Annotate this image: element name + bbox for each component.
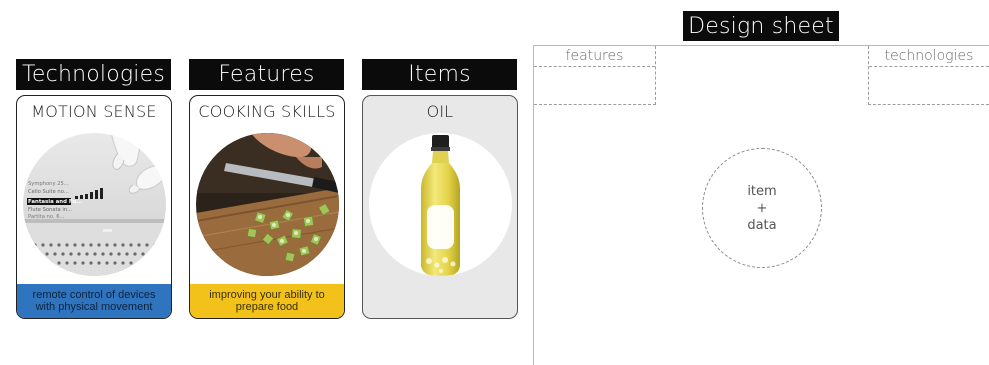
technologies-drop-zone[interactable]: technologies: [868, 46, 989, 105]
technology-card-motion-sense[interactable]: MOTION SENSE Symphony 25... Cello Suite …: [16, 95, 172, 319]
cooking-skills-image: [196, 133, 339, 276]
zone-divider: [534, 66, 655, 67]
features-zone-label: features: [565, 48, 624, 64]
items-header: Items: [362, 59, 517, 90]
zone-divider: [869, 66, 989, 67]
technologies-zone-label: technologies: [884, 48, 974, 64]
plus-label: +: [756, 200, 768, 216]
feature-card-cooking-skills[interactable]: COOKING SKILLS improving your ability to…: [189, 95, 345, 319]
screen-line-1: Symphony 25...: [28, 181, 69, 187]
data-label: data: [747, 217, 777, 233]
screen-line-4: Flute Sonata in...: [28, 207, 72, 213]
item-data-drop-zone[interactable]: item + data: [702, 148, 822, 268]
item-card-oil[interactable]: OIL: [362, 95, 518, 319]
motion-sense-image: Symphony 25... Cello Suite no... Fantasi…: [23, 133, 166, 276]
features-header: Features: [189, 59, 344, 90]
card-title: COOKING SKILLS: [198, 102, 336, 121]
card-caption: remote control of devices with physical …: [17, 284, 171, 318]
screen-line-3: Fantasia and Fu...: [28, 199, 82, 205]
technologies-header: Technologies: [16, 59, 171, 90]
design-sheet-title: Design sheet: [683, 11, 839, 41]
screen-line-5: Partita no. 6...: [28, 214, 65, 220]
card-title: MOTION SENSE: [31, 102, 157, 121]
card-caption: improving your ability to prepare food: [190, 284, 344, 318]
oil-image: [369, 133, 512, 276]
item-label: item: [747, 183, 777, 199]
screen-line-2: Cello Suite no...: [28, 189, 69, 195]
card-title: OIL: [426, 102, 454, 121]
features-drop-zone[interactable]: features: [534, 46, 656, 105]
